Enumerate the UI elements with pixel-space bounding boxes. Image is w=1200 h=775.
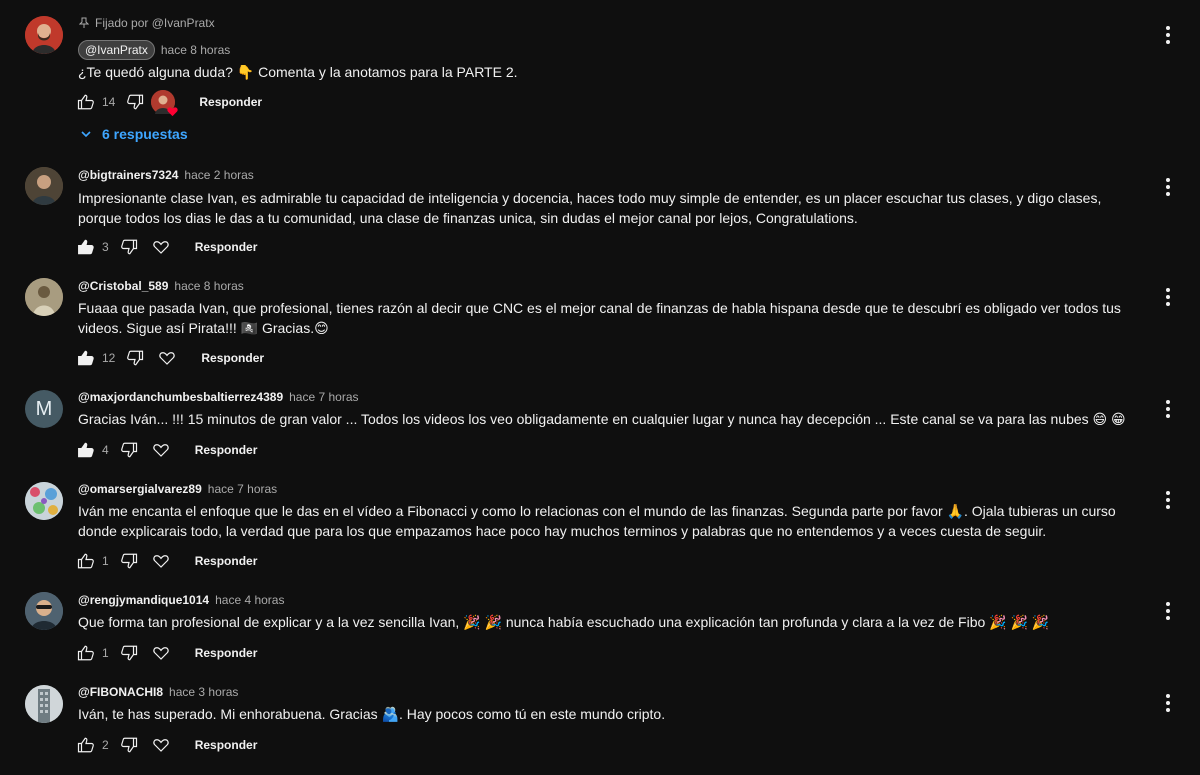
like-icon[interactable] <box>76 735 96 755</box>
reply-button[interactable]: Responder <box>195 738 258 752</box>
avatar-letter: M <box>35 397 53 420</box>
like-count: 3 <box>102 240 109 254</box>
dislike-icon[interactable] <box>125 348 145 368</box>
pin-icon <box>79 17 89 28</box>
like-count: 1 <box>102 554 109 568</box>
like-icon[interactable] <box>76 643 96 663</box>
building-avatar-icon <box>25 685 63 723</box>
author-handle[interactable]: @bigtrainers7324 <box>78 168 178 182</box>
comment-header: @IvanPratx hace 8 horas <box>78 40 230 60</box>
timestamp[interactable]: hace 4 horas <box>215 593 284 607</box>
comment-actions: 3 Responder <box>76 235 257 259</box>
person-avatar-icon <box>25 278 63 316</box>
avatar[interactable] <box>25 167 63 205</box>
like-count: 2 <box>102 738 109 752</box>
person-avatar-icon <box>25 592 63 630</box>
view-replies-button[interactable]: 6 respuestas <box>80 126 188 142</box>
comment-actions: 1 Responder <box>76 549 257 573</box>
like-icon[interactable] <box>76 551 96 571</box>
avatar[interactable]: M <box>25 390 63 428</box>
reply-button[interactable]: Responder <box>195 646 258 660</box>
reply-button[interactable]: Responder <box>201 351 264 365</box>
comment-text: Gracias Iván... !!! 15 minutos de gran v… <box>78 411 1126 427</box>
comment-text: Que forma tan profesional de explicar y … <box>78 614 1050 630</box>
avatar[interactable] <box>25 592 63 630</box>
timestamp[interactable]: hace 7 horas <box>289 390 358 404</box>
author-handle[interactable]: @rengjymandique1014 <box>78 593 209 607</box>
chevron-down-icon <box>81 131 91 138</box>
heart-outline-icon[interactable] <box>157 348 177 368</box>
comment-actions: 2 Responder <box>76 733 257 757</box>
comment-text: ¿Te quedó alguna duda? 👇 Comenta y la an… <box>78 64 518 80</box>
avatar[interactable] <box>25 16 63 54</box>
dislike-icon[interactable] <box>119 551 139 571</box>
dislike-icon[interactable] <box>119 643 139 663</box>
timestamp[interactable]: hace 3 horas <box>169 685 238 699</box>
author-handle[interactable]: @Cristobal_589 <box>78 279 168 293</box>
timestamp[interactable]: hace 2 horas <box>184 168 253 182</box>
comment-text: Impresionante clase Ivan, es admirable t… <box>78 190 1102 226</box>
comment-actions: 4 Responder <box>76 438 257 462</box>
comment-text: Iván me encanta el enfoque que le das en… <box>78 503 1116 539</box>
more-actions-button[interactable] <box>1160 601 1176 621</box>
timestamp[interactable]: hace 8 horas <box>161 43 230 57</box>
pinned-text: Fijado por @IvanPratx <box>95 16 215 30</box>
like-count: 1 <box>102 646 109 660</box>
comment-actions: 12 Responder <box>76 346 264 370</box>
dislike-icon[interactable] <box>119 440 139 460</box>
person-avatar-icon <box>25 16 63 54</box>
pinned-label: Fijado por @IvanPratx <box>79 16 215 30</box>
heart-outline-icon[interactable] <box>151 440 171 460</box>
patterned-avatar-icon <box>25 482 63 520</box>
replies-count-label: 6 respuestas <box>102 126 188 142</box>
comment-actions: 14 Responder <box>76 90 262 117</box>
like-icon[interactable] <box>76 348 96 368</box>
reply-button[interactable]: Responder <box>195 443 258 457</box>
heart-outline-icon[interactable] <box>151 237 171 257</box>
comment-text: Iván, te has superado. Mi enhorabuena. G… <box>78 706 666 722</box>
dislike-icon[interactable] <box>119 237 139 257</box>
author-handle[interactable]: @maxjordanchumbesbaltierrez4389 <box>78 390 283 404</box>
reply-button[interactable]: Responder <box>199 95 262 109</box>
heart-outline-icon[interactable] <box>151 643 171 663</box>
comment-header: @bigtrainers7324 hace 2 horas <box>78 168 254 182</box>
more-actions-button[interactable] <box>1160 693 1176 713</box>
timestamp[interactable]: hace 7 horas <box>208 482 277 496</box>
comment-text: Fuaaa que pasada Ivan, que profesional, … <box>78 300 1121 336</box>
heart-icon <box>167 107 178 117</box>
comment-header: @FIBONACHI8 hace 3 horas <box>78 685 238 699</box>
creator-heart-badge <box>151 90 178 117</box>
reply-button[interactable]: Responder <box>195 240 258 254</box>
avatar[interactable] <box>25 685 63 723</box>
author-handle[interactable]: @FIBONACHI8 <box>78 685 163 699</box>
more-actions-button[interactable] <box>1160 25 1176 45</box>
like-count: 12 <box>102 351 116 365</box>
comment-header: @Cristobal_589 hace 8 horas <box>78 279 244 293</box>
comment-actions: 1 Responder <box>76 641 257 665</box>
timestamp[interactable]: hace 8 horas <box>174 279 243 293</box>
avatar[interactable] <box>25 482 63 520</box>
like-count: 14 <box>102 95 116 109</box>
more-actions-button[interactable] <box>1160 287 1176 307</box>
author-handle[interactable]: @IvanPratx <box>78 40 155 60</box>
like-icon[interactable] <box>76 92 96 112</box>
heart-outline-icon[interactable] <box>151 735 171 755</box>
comment-header: @omarsergialvarez89 hace 7 horas <box>78 482 277 496</box>
comment-header: @maxjordanchumbesbaltierrez4389 hace 7 h… <box>78 390 359 404</box>
more-actions-button[interactable] <box>1160 177 1176 197</box>
dislike-icon[interactable] <box>125 92 145 112</box>
like-count: 4 <box>102 443 109 457</box>
heart-outline-icon[interactable] <box>151 551 171 571</box>
more-actions-button[interactable] <box>1160 399 1176 419</box>
more-actions-button[interactable] <box>1160 490 1176 510</box>
comment-header: @rengjymandique1014 hace 4 horas <box>78 593 284 607</box>
avatar[interactable] <box>25 278 63 316</box>
dislike-icon[interactable] <box>119 735 139 755</box>
person-avatar-icon <box>25 167 63 205</box>
author-handle[interactable]: @omarsergialvarez89 <box>78 482 202 496</box>
like-icon[interactable] <box>76 237 96 257</box>
like-icon[interactable] <box>76 440 96 460</box>
reply-button[interactable]: Responder <box>195 554 258 568</box>
